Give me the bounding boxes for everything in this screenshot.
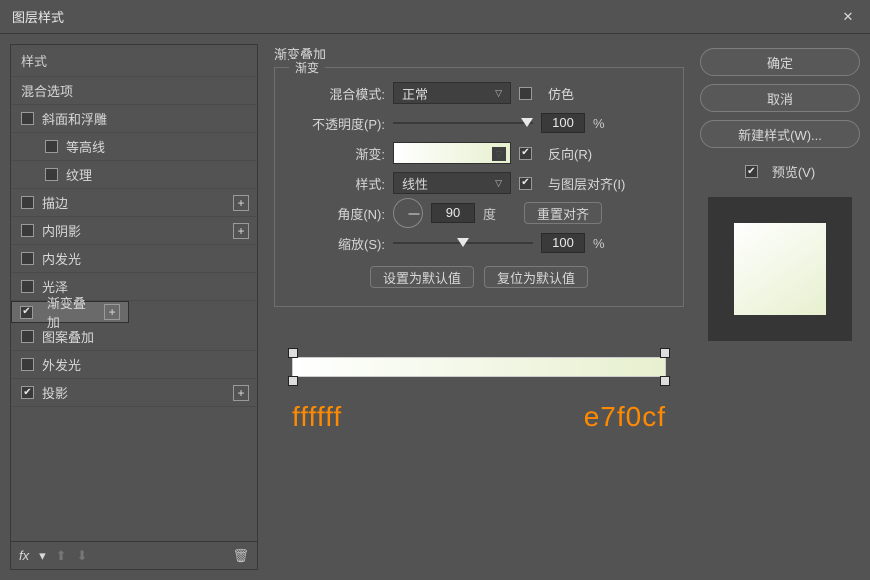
chevron-down-icon: ▽ xyxy=(495,88,502,99)
new-style-button[interactable]: 新建样式(W)... xyxy=(700,120,860,148)
style-item-10[interactable]: 投影 + xyxy=(11,379,257,407)
arrow-up-icon[interactable]: ⬆ xyxy=(56,548,67,564)
style-checkbox[interactable] xyxy=(21,252,34,265)
cancel-button[interactable]: 取消 xyxy=(700,84,860,112)
gradient-editor: ffffff e7f0cf xyxy=(274,357,684,433)
style-checkbox[interactable] xyxy=(45,168,58,181)
style-label: 内阴影 xyxy=(42,221,81,240)
make-default-button[interactable]: 设置为默认值 xyxy=(370,266,474,288)
style-item-0[interactable]: 斜面和浮雕 xyxy=(11,105,257,133)
style-checkbox[interactable] xyxy=(21,196,34,209)
style-item-8[interactable]: 图案叠加 xyxy=(11,323,257,351)
window-title: 图层样式 xyxy=(12,7,64,26)
style-label: 纹理 xyxy=(66,165,92,184)
style-checkbox[interactable] xyxy=(21,280,34,293)
dither-checkbox[interactable] xyxy=(519,87,532,100)
gradient-label: 渐变: xyxy=(289,144,385,163)
opacity-value[interactable]: 100 xyxy=(541,113,585,133)
style-item-7[interactable]: 渐变叠加+ xyxy=(11,301,129,323)
arrow-down-icon[interactable]: ⬇ xyxy=(77,548,88,564)
chevron-down-icon: ▽ xyxy=(495,178,502,189)
fx-icon[interactable]: fx xyxy=(19,548,29,563)
reverse-label: 反向(R) xyxy=(548,144,592,163)
preview-box xyxy=(708,197,852,341)
style-checkbox[interactable] xyxy=(21,330,34,343)
gradient-swatch[interactable]: ▽ xyxy=(393,142,511,164)
plus-icon[interactable]: + xyxy=(233,223,249,239)
angle-label: 角度(N): xyxy=(289,204,385,223)
angle-value[interactable]: 90 xyxy=(431,203,475,223)
style-label: 投影 xyxy=(42,383,68,402)
style-checkbox[interactable] xyxy=(21,358,34,371)
style-select[interactable]: 线性 ▽ xyxy=(393,172,511,194)
style-item-4[interactable]: 内阴影 + xyxy=(11,217,257,245)
scale-label: 缩放(S): xyxy=(289,234,385,253)
dither-label: 仿色 xyxy=(548,84,574,103)
chevron-down-icon[interactable]: ▾ xyxy=(39,548,46,564)
title-bar: 图层样式 ✕ xyxy=(0,0,870,34)
chevron-down-icon[interactable]: ▽ xyxy=(492,147,506,161)
hex-right: e7f0cf xyxy=(584,401,666,433)
close-icon: ✕ xyxy=(843,9,854,25)
options-panel: 渐变叠加 渐变 混合模式: 正常 ▽ 仿色 不透明度(P): 100 % 渐变: xyxy=(268,44,690,570)
styles-footer: fx ▾ ⬆ ⬇ 🗑 xyxy=(10,542,258,570)
preview-label: 预览(V) xyxy=(772,162,815,181)
style-label: 外发光 xyxy=(42,355,81,374)
style-label: 斜面和浮雕 xyxy=(42,109,107,128)
group-title: 渐变叠加 xyxy=(274,44,684,63)
blend-mode-select[interactable]: 正常 ▽ xyxy=(393,82,511,104)
blending-options[interactable]: 混合选项 xyxy=(11,77,257,105)
style-item-3[interactable]: 描边 + xyxy=(11,189,257,217)
plus-icon[interactable]: + xyxy=(233,385,249,401)
hex-left: ffffff xyxy=(292,401,342,433)
gradient-bar[interactable] xyxy=(292,357,666,377)
style-checkbox[interactable] xyxy=(20,306,33,319)
style-label: 等高线 xyxy=(66,137,105,156)
color-stop-right[interactable] xyxy=(660,376,670,386)
opacity-label: 不透明度(P): xyxy=(289,114,385,133)
style-label: 样式: xyxy=(289,174,385,193)
reverse-checkbox[interactable] xyxy=(519,147,532,160)
style-label: 图案叠加 xyxy=(42,327,94,346)
style-label: 内发光 xyxy=(42,249,81,268)
style-label: 描边 xyxy=(42,193,68,212)
style-item-2[interactable]: 纹理 xyxy=(11,161,257,189)
color-stop-left[interactable] xyxy=(288,376,298,386)
plus-icon[interactable]: + xyxy=(233,195,249,211)
style-checkbox[interactable] xyxy=(21,224,34,237)
gradient-fieldset: 渐变 混合模式: 正常 ▽ 仿色 不透明度(P): 100 % 渐变: ▽ xyxy=(274,67,684,307)
ok-button[interactable]: 确定 xyxy=(700,48,860,76)
style-checkbox[interactable] xyxy=(21,386,34,399)
style-checkbox[interactable] xyxy=(21,112,34,125)
align-label: 与图层对齐(I) xyxy=(548,174,625,193)
preview-checkbox[interactable] xyxy=(745,165,758,178)
styles-panel: 样式 混合选项 斜面和浮雕等高线纹理描边+内阴影+内发光光泽渐变叠加+图案叠加外… xyxy=(10,44,258,570)
align-checkbox[interactable] xyxy=(519,177,532,190)
style-item-9[interactable]: 外发光 xyxy=(11,351,257,379)
trash-icon[interactable]: 🗑 xyxy=(232,548,249,564)
styles-header: 样式 xyxy=(11,45,257,77)
opacity-stop-left[interactable] xyxy=(288,348,298,358)
action-panel: 确定 取消 新建样式(W)... 预览(V) xyxy=(700,44,860,570)
preview-swatch xyxy=(734,223,826,315)
plus-icon[interactable]: + xyxy=(104,304,120,320)
angle-dial[interactable] xyxy=(393,198,423,228)
reset-align-button[interactable]: 重置对齐 xyxy=(524,202,602,224)
style-item-1[interactable]: 等高线 xyxy=(11,133,257,161)
close-button[interactable]: ✕ xyxy=(826,0,870,34)
style-checkbox[interactable] xyxy=(45,140,58,153)
style-item-5[interactable]: 内发光 xyxy=(11,245,257,273)
scale-value[interactable]: 100 xyxy=(541,233,585,253)
opacity-slider[interactable] xyxy=(393,116,533,130)
blend-mode-label: 混合模式: xyxy=(289,84,385,103)
opacity-stop-right[interactable] xyxy=(660,348,670,358)
reset-default-button[interactable]: 复位为默认值 xyxy=(484,266,588,288)
fieldset-legend: 渐变 xyxy=(289,59,325,76)
scale-slider[interactable] xyxy=(393,236,533,250)
